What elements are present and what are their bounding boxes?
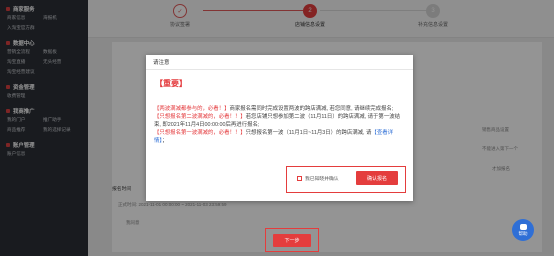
notice-paragraph-3: 【只想报名第一波满减的，必看！！】只想报名第一波（11月1日~11月3日）的跨店… <box>154 129 406 145</box>
dialog-title: 【重要】 <box>155 79 187 88</box>
notice-paragraph-2: 【只想报名第二波满减的，必看！！】若您店铺只想参加第二波（11月11日）的跨店满… <box>154 113 406 129</box>
notice-highlight: 【只想报名第二波满减的，必看！！】 <box>154 114 246 120</box>
confirm-signup-button[interactable]: 确认报名 <box>356 171 398 185</box>
notice-highlight: 【只想报名第一波满减的，必看！！】 <box>154 130 246 136</box>
acknowledge-label: 我已知晓并确认 <box>305 177 339 182</box>
help-button[interactable]: 帮助 <box>512 219 534 241</box>
dialog-body: 【两波满减都参与的，必看！】商家报名需同时完成设置两波的跨店满减, 若您同意, … <box>154 105 406 145</box>
notice-paragraph-1: 【两波满减都参与的，必看！】商家报名需同时完成设置两波的跨店满减, 若您同意, … <box>154 105 406 113</box>
notice-text: ； <box>162 138 168 144</box>
notice-text: 商家报名需同时完成设置两波的跨店满减, 若您同意, 请继续完成报名; <box>229 106 394 112</box>
notice-dialog: 请注意 【重要】 【两波满减都参与的，必看！】商家报名需同时完成设置两波的跨店满… <box>146 55 413 201</box>
dialog-header: 请注意 <box>146 55 413 70</box>
chat-icon <box>519 223 527 230</box>
next-step-button[interactable]: 下一步 <box>273 234 311 247</box>
help-label: 帮助 <box>518 230 528 236</box>
notice-text: 只想报名第一波（11月1日~11月3日）的跨店满减, 请 <box>245 130 372 136</box>
notice-highlight: 【两波满减都参与的，必看！】 <box>154 106 230 112</box>
acknowledge-checkbox[interactable] <box>297 176 302 181</box>
